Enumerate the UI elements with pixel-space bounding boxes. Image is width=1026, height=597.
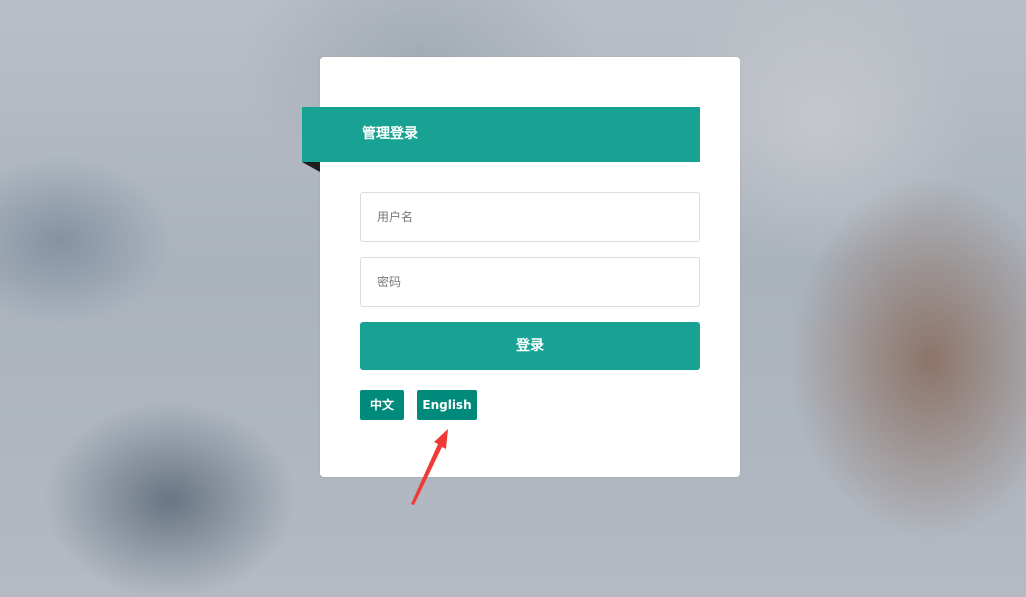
annotation-arrow-icon [411, 429, 448, 505]
language-english-button[interactable]: English [417, 390, 477, 420]
username-field [360, 192, 700, 242]
login-header-ribbon: 管理登录 [302, 107, 700, 162]
username-input[interactable] [361, 193, 699, 241]
language-chinese-button[interactable]: 中文 [360, 390, 404, 420]
login-button[interactable]: 登录 [360, 322, 700, 370]
password-input[interactable] [361, 258, 699, 306]
password-field [360, 257, 700, 307]
login-title: 管理登录 [362, 126, 418, 142]
ribbon-fold [302, 162, 320, 172]
